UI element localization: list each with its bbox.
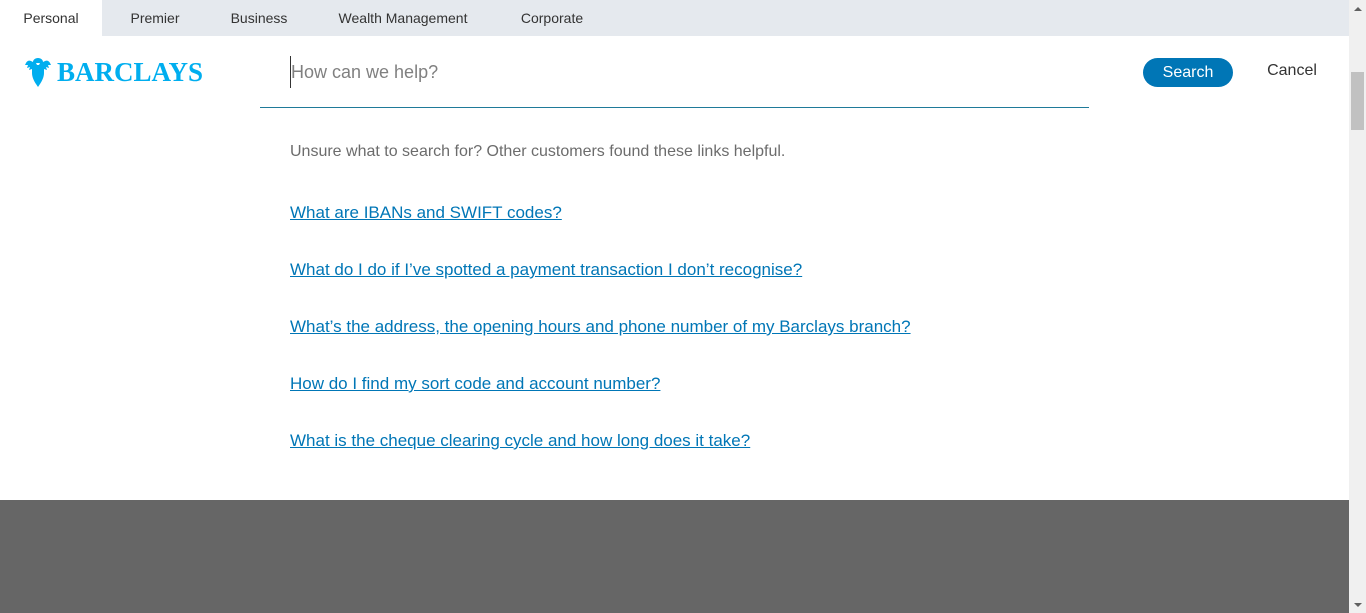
vertical-scrollbar[interactable]	[1349, 0, 1366, 613]
suggested-links-list: What are IBANs and SWIFT codes? What do …	[290, 203, 911, 488]
tab-personal[interactable]: Personal	[0, 0, 102, 36]
suggestions-intro: Unsure what to search for? Other custome…	[290, 143, 786, 160]
arrow-up-icon	[1353, 6, 1362, 11]
page-overlay-band	[0, 500, 1349, 613]
suggested-link-sort-code[interactable]: How do I find my sort code and account n…	[290, 374, 660, 393]
search-bar	[260, 50, 1089, 108]
list-item: How do I find my sort code and account n…	[290, 374, 911, 431]
barclays-logo[interactable]: BARCLAYS	[24, 56, 203, 88]
search-button[interactable]: Search	[1143, 58, 1233, 87]
scroll-down-button[interactable]	[1349, 596, 1366, 613]
suggested-link-cheque-clearing[interactable]: What is the cheque clearing cycle and ho…	[290, 431, 750, 450]
tab-corporate[interactable]: Corporate	[508, 0, 596, 36]
segment-tab-bar: Personal Premier Business Wealth Managem…	[0, 0, 1349, 36]
tab-wealth-management[interactable]: Wealth Management	[326, 0, 480, 36]
suggested-link-branch-details[interactable]: What’s the address, the opening hours an…	[290, 317, 911, 336]
eagle-icon	[25, 58, 51, 87]
suggested-link-ibans-swift[interactable]: What are IBANs and SWIFT codes?	[290, 203, 562, 222]
arrow-down-icon	[1353, 602, 1362, 607]
scroll-thumb[interactable]	[1351, 72, 1364, 130]
list-item: What is the cheque clearing cycle and ho…	[290, 431, 911, 488]
brand-wordmark: BARCLAYS	[57, 57, 204, 87]
scroll-up-button[interactable]	[1349, 0, 1366, 17]
tab-premier[interactable]: Premier	[112, 0, 198, 36]
cancel-button[interactable]: Cancel	[1262, 62, 1322, 82]
list-item: What are IBANs and SWIFT codes?	[290, 203, 911, 260]
list-item: What do I do if I’ve spotted a payment t…	[290, 260, 911, 317]
suggested-link-unrecognised-payment[interactable]: What do I do if I’ve spotted a payment t…	[290, 260, 802, 279]
tab-business[interactable]: Business	[220, 0, 298, 36]
search-input[interactable]	[290, 56, 1070, 88]
list-item: What’s the address, the opening hours an…	[290, 317, 911, 374]
